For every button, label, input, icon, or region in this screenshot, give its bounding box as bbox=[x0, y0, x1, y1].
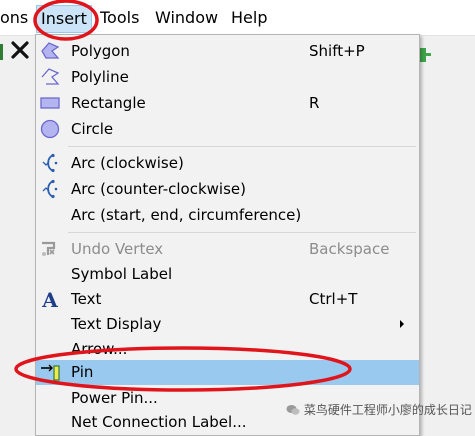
menu-item-rectangle[interactable]: Rectangle R bbox=[36, 91, 419, 116]
arc-clockwise-icon bbox=[42, 153, 58, 173]
insert-dropdown-menu: Polygon Shift+P Polyline Rectangle R Cir… bbox=[35, 34, 420, 436]
polyline-icon bbox=[41, 68, 60, 85]
menu-separator bbox=[68, 232, 416, 233]
menu-item-circle[interactable]: Circle bbox=[36, 117, 419, 142]
menu-item-shortcut: Backspace bbox=[309, 240, 390, 258]
menu-item-label: Arc (start, end, circumference) bbox=[71, 206, 302, 224]
menu-item-arc-clockwise[interactable]: Arc (clockwise) bbox=[36, 151, 419, 176]
menu-help[interactable]: Help bbox=[231, 9, 267, 27]
menu-item-label: Net Connection Label... bbox=[71, 413, 247, 431]
watermark-text: 菜鸟硬件工程师小廖的成长日记 bbox=[303, 403, 472, 417]
menu-item-polyline[interactable]: Polyline bbox=[36, 65, 419, 90]
menu-item-label: Pin bbox=[71, 363, 94, 381]
text-icon: A bbox=[41, 289, 58, 309]
menu-bar: ons Insert Tools Window Help bbox=[0, 0, 475, 36]
svg-text:A: A bbox=[41, 289, 58, 309]
menu-item-label: Power Pin... bbox=[71, 389, 158, 407]
menu-separator bbox=[68, 146, 416, 147]
menu-item-text[interactable]: A Text Ctrl+T bbox=[36, 287, 419, 312]
menu-item-label: Circle bbox=[71, 120, 114, 138]
menu-options[interactable]: ons bbox=[0, 9, 28, 27]
menu-item-arrow[interactable]: Arrow... bbox=[36, 337, 419, 362]
arc-counter-clockwise-icon bbox=[42, 179, 58, 199]
pin-icon bbox=[41, 364, 60, 381]
circle-icon bbox=[40, 119, 60, 139]
menu-item-shortcut: R bbox=[309, 94, 320, 112]
menu-item-label: Rectangle bbox=[71, 94, 146, 112]
toolbar-edge-icon bbox=[0, 44, 3, 60]
menu-window[interactable]: Window bbox=[155, 9, 218, 27]
undo-vertex-icon bbox=[42, 241, 56, 256]
menu-item-polygon[interactable]: Polygon Shift+P bbox=[36, 39, 419, 64]
menu-item-label: Arc (clockwise) bbox=[71, 154, 184, 172]
rectangle-icon bbox=[40, 97, 60, 109]
menu-item-undo-vertex[interactable]: Undo Vertex Backspace bbox=[36, 237, 419, 262]
menu-tools[interactable]: Tools bbox=[100, 9, 139, 27]
menu-insert[interactable]: Insert bbox=[36, 5, 92, 33]
menu-item-arc-start-end-circumference[interactable]: Arc (start, end, circumference) bbox=[36, 203, 419, 228]
toolbar-strip bbox=[0, 36, 36, 429]
menu-item-label: Arrow... bbox=[71, 340, 128, 358]
menu-item-shortcut: Ctrl+T bbox=[309, 290, 358, 308]
menu-item-text-display[interactable]: Text Display bbox=[36, 312, 419, 337]
menu-item-arc-counter-clockwise[interactable]: Arc (counter-clockwise) bbox=[36, 177, 419, 202]
delete-icon[interactable] bbox=[10, 40, 30, 60]
menu-item-label: Undo Vertex bbox=[71, 240, 164, 258]
watermark: 菜鸟硬件工程师小廖的成长日记 bbox=[286, 401, 472, 418]
menu-item-label: Text bbox=[71, 290, 102, 308]
menu-item-shortcut: Shift+P bbox=[309, 42, 365, 60]
menu-item-label: Symbol Label bbox=[71, 265, 173, 283]
right-toolbar-strip bbox=[419, 36, 475, 429]
menu-item-label: Polyline bbox=[71, 68, 129, 86]
menu-item-pin[interactable]: Pin bbox=[36, 360, 419, 385]
menu-item-label: Text Display bbox=[71, 315, 162, 333]
menu-item-label: Arc (counter-clockwise) bbox=[71, 180, 246, 198]
menu-item-symbol-label[interactable]: Symbol Label bbox=[36, 262, 419, 287]
submenu-arrow-icon bbox=[400, 320, 404, 328]
wechat-icon bbox=[286, 404, 300, 416]
menu-item-label: Polygon bbox=[71, 42, 130, 60]
polygon-icon bbox=[41, 42, 60, 59]
